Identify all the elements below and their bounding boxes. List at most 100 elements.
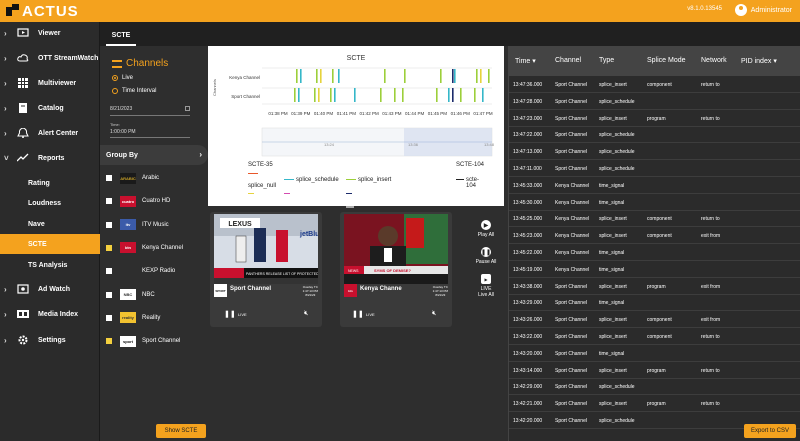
app-logo[interactable]: ACTUS bbox=[6, 2, 79, 20]
resize-handle[interactable] bbox=[346, 206, 354, 208]
sidebar-subitem-rating[interactable]: Rating bbox=[0, 173, 100, 193]
channel-row[interactable]: KEXP Radio bbox=[106, 264, 206, 278]
player-kenya-channel[interactable]: NEWS SYMS OF DEMISE? ktn Kenya Channe Ov… bbox=[340, 212, 452, 327]
x-tick-label: 01:45 PM bbox=[428, 111, 448, 116]
column-header-type[interactable]: Type bbox=[599, 57, 614, 64]
channels-title: Channels bbox=[112, 58, 168, 69]
channel-row[interactable]: ARABIC Arabic bbox=[106, 171, 206, 185]
table-cell: splice_insert bbox=[599, 401, 627, 408]
table-row[interactable]: 13:45:33.000 Kenya Channel time_signal bbox=[509, 177, 800, 194]
sidebar-subitem-nave[interactable]: Nave bbox=[0, 214, 100, 234]
channel-checkbox[interactable] bbox=[106, 198, 112, 205]
channel-checkbox[interactable] bbox=[106, 268, 112, 275]
table-row[interactable]: 13:45:23.000 Kenya Channel splice_insert co… bbox=[509, 227, 800, 245]
export-csv-button[interactable]: Export to CSV bbox=[744, 424, 796, 438]
scte-timeline-chart[interactable]: SCTE Channels Kenya Channel Sport Channe… bbox=[208, 46, 504, 206]
channel-checkbox[interactable] bbox=[106, 221, 112, 228]
channel-checkbox[interactable] bbox=[106, 244, 112, 251]
live-all-button[interactable]: ▶ LIVE Live All bbox=[474, 274, 498, 298]
channel-row[interactable]: sport Sport Channel bbox=[106, 334, 206, 348]
calendar-icon[interactable] bbox=[185, 106, 190, 111]
table-row[interactable]: 13:47:11.000 Sport Channel splice_schedule bbox=[509, 160, 800, 177]
channel-checkbox[interactable] bbox=[106, 175, 112, 181]
column-header-splice-mode[interactable]: Splice Mode bbox=[647, 57, 686, 64]
column-header-time[interactable]: Time ▾ bbox=[515, 57, 536, 65]
radio-live[interactable]: Live bbox=[112, 75, 133, 81]
channel-checkbox[interactable] bbox=[106, 338, 112, 345]
channel-row[interactable]: itv ITV Music bbox=[106, 218, 206, 232]
sidebar-item-media-index[interactable]: › Media Index bbox=[0, 303, 100, 325]
logo-mark-icon bbox=[6, 4, 20, 18]
sidebar-subitem-scte[interactable]: SCTE bbox=[0, 234, 100, 254]
table-row[interactable]: 13:47:36.000 Sport Channel splice_insert co… bbox=[509, 76, 800, 93]
legend-item-104[interactable]: scte-104 bbox=[466, 177, 488, 189]
table-row[interactable]: 13:47:23.000 Sport Channel splice_insert pr… bbox=[509, 110, 800, 127]
x-tick-label: 01:44 PM bbox=[405, 111, 425, 116]
y-axis-label: Channels bbox=[212, 79, 217, 96]
table-row[interactable]: 13:47:28.000 Sport Channel splice_schedule bbox=[509, 93, 800, 110]
pause-all-button[interactable]: ❚❚ Pause All bbox=[474, 247, 498, 265]
sidebar-item-catalog[interactable]: › Catalog bbox=[0, 97, 100, 119]
legend-item-insert[interactable]: splice_insert bbox=[358, 177, 391, 183]
table-row[interactable]: 13:43:20.000 Sport Channel time_signal bbox=[509, 345, 800, 362]
channel-checkbox[interactable] bbox=[106, 314, 112, 321]
table-row[interactable]: 13:43:22.000 Sport Channel splice_insert co… bbox=[509, 328, 800, 345]
sidebar-item-settings[interactable]: › Settings bbox=[0, 329, 100, 351]
show-scte-button[interactable]: Show SCTE bbox=[156, 424, 206, 438]
sidebar-item-ott[interactable]: › OTT StreamWatch bbox=[0, 47, 100, 69]
time-field[interactable]: 1:00:00 PM bbox=[110, 129, 190, 138]
sidebar-item-multiviewer[interactable]: › Multiviewer bbox=[0, 72, 100, 94]
player-sport-channel[interactable]: LEXUS jetBlu PANTHERS RELEASE LIST OF PR… bbox=[210, 212, 322, 327]
table-cell: 13:43:20.000 bbox=[513, 350, 543, 357]
table-cell: 13:47:11.000 bbox=[513, 166, 542, 172]
sidebar-item-viewer[interactable]: › Viewer bbox=[0, 22, 100, 44]
pause-icon[interactable]: ❚❚ bbox=[224, 310, 236, 318]
table-row[interactable]: 13:43:29.000 Sport Channel time_signal bbox=[509, 294, 800, 312]
channel-checkbox[interactable] bbox=[106, 291, 112, 298]
table-row[interactable]: 13:45:22.000 Kenya Channel time_signal bbox=[509, 244, 800, 261]
sidebar-subitem-loudness[interactable]: Loudness bbox=[0, 193, 100, 213]
channel-row[interactable]: ktn Kenya Channel bbox=[106, 241, 206, 255]
sidebar-subitem-ts-analysis[interactable]: TS Analysis bbox=[0, 255, 100, 275]
live-icon[interactable]: LIVE bbox=[366, 312, 375, 317]
column-header-pid-index[interactable]: PID index ▾ bbox=[741, 57, 777, 65]
table-row[interactable]: 13:45:30.000 Kenya Channel time_signal bbox=[509, 194, 800, 211]
sidebar-item-ad-watch[interactable]: › Ad Watch bbox=[0, 278, 100, 300]
legend-item-null[interactable]: splice_null bbox=[248, 183, 276, 189]
column-header-network[interactable]: Network bbox=[701, 57, 727, 64]
trend-icon bbox=[16, 152, 30, 164]
play-all-button[interactable]: ▶ Play All bbox=[474, 220, 498, 238]
tab-scte[interactable]: SCTE bbox=[106, 27, 136, 46]
table-row[interactable]: 13:45:19.000 Kenya Channel time_signal bbox=[509, 261, 800, 278]
pause-icon[interactable]: ❚❚ bbox=[352, 310, 364, 318]
live-icon[interactable]: LIVE bbox=[238, 312, 247, 317]
user-menu[interactable]: Administrator bbox=[734, 4, 792, 16]
channel-row[interactable]: cuatro Cuatro HD bbox=[106, 194, 206, 208]
legend-item-schedule[interactable]: splice_schedule bbox=[296, 177, 339, 183]
sidebar-item-reports[interactable]: ˅ Reports bbox=[0, 147, 100, 169]
mute-icon[interactable]: 🔇︎ bbox=[432, 310, 436, 318]
radio-time-interval[interactable]: Time Interval bbox=[112, 88, 156, 94]
video-frame[interactable]: NEWS SYMS OF DEMISE? bbox=[344, 214, 448, 284]
table-row[interactable]: 13:42:29.000 Sport Channel splice_schedule bbox=[509, 378, 800, 396]
subitem-label: Rating bbox=[28, 179, 50, 187]
date-field[interactable]: 8/21/2023 bbox=[110, 106, 190, 116]
table-row[interactable]: 13:45:25.000 Kenya Channel splice_insert co… bbox=[509, 210, 800, 228]
column-header-channel[interactable]: Channel bbox=[555, 57, 581, 64]
channel-row[interactable]: NBC NBC bbox=[106, 288, 206, 302]
table-row[interactable]: 13:47:13.000 Sport Channel splice_schedule bbox=[509, 143, 800, 161]
video-frame[interactable]: LEXUS jetBlu PANTHERS RELEASE LIST OF PR… bbox=[214, 214, 318, 284]
sidebar-item-alert-center[interactable]: › Alert Center bbox=[0, 122, 100, 144]
mute-icon[interactable]: 🔇︎ bbox=[304, 310, 308, 318]
table-cell: component bbox=[647, 82, 672, 88]
group-by-toggle[interactable]: Group By › bbox=[100, 145, 208, 165]
table-row[interactable]: 13:42:21.000 Sport Channel splice_insert pr… bbox=[509, 395, 800, 413]
channel-row[interactable]: reality Reality bbox=[106, 311, 206, 325]
table-cell: time_signal bbox=[599, 199, 625, 206]
table-row[interactable]: 13:43:38.000 Sport Channel splice_insert pr… bbox=[509, 278, 800, 295]
table-cell: return to bbox=[701, 82, 720, 88]
table-row[interactable]: 13:43:26.000 Sport Channel splice_insert co… bbox=[509, 311, 800, 329]
table-row[interactable]: 13:47:22.000 Sport Channel splice_schedule bbox=[509, 126, 800, 144]
table-cell: splice_schedule bbox=[599, 418, 635, 424]
table-row[interactable]: 13:43:14.000 Sport Channel splice_insert pr… bbox=[509, 362, 800, 379]
